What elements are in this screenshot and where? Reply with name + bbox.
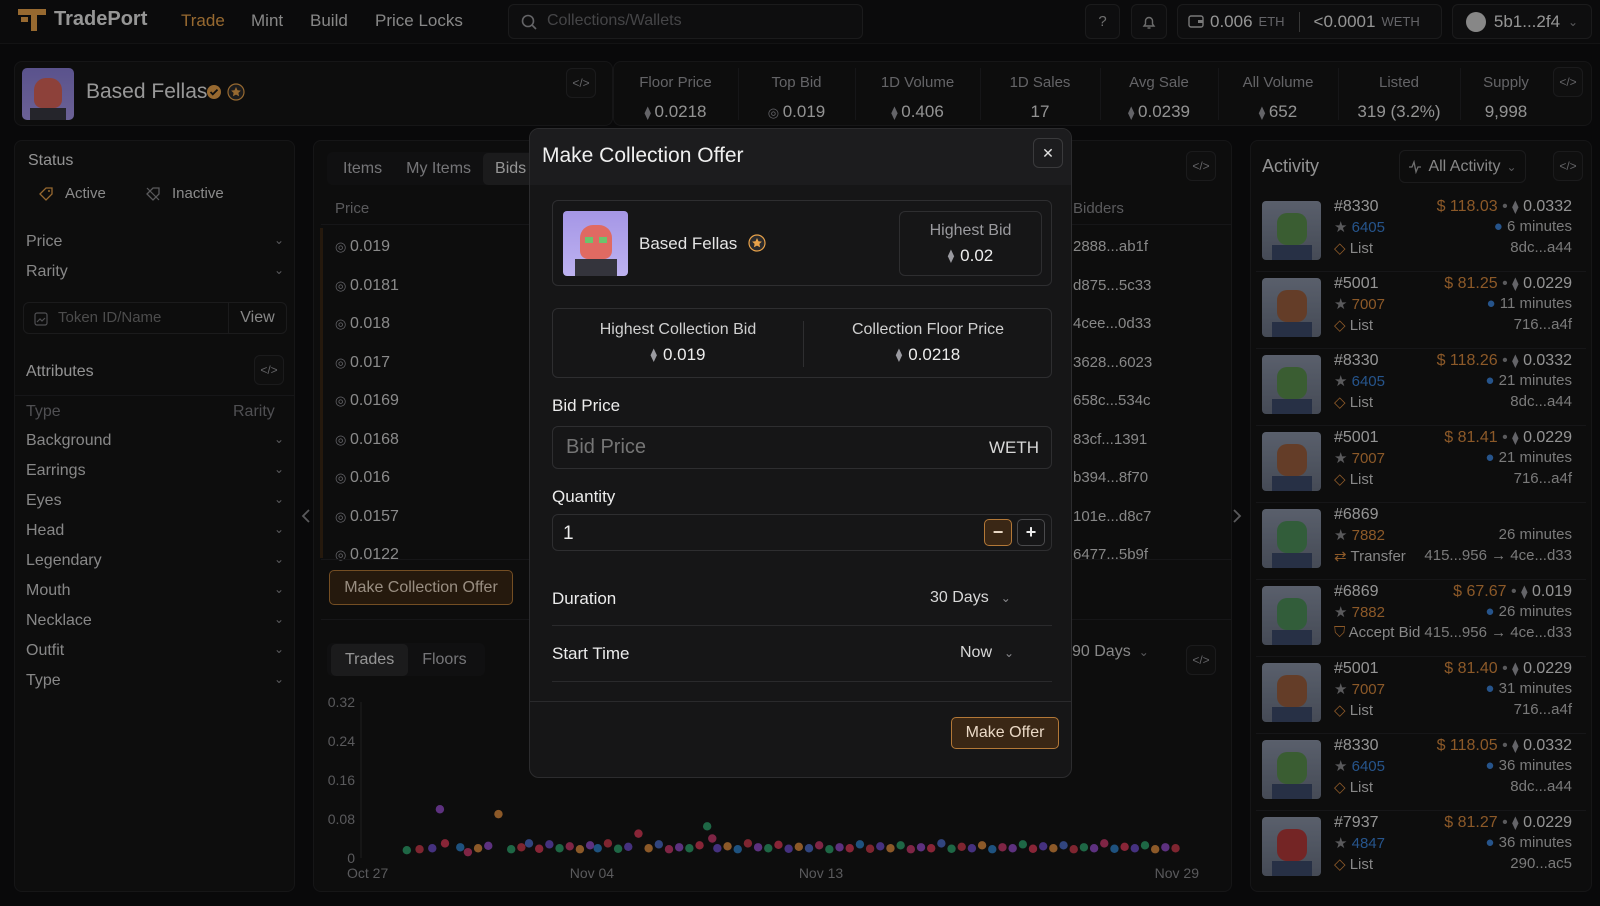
highest-collection-bid: Highest Collection Bid ⧫ 0.019 <box>553 321 803 365</box>
duration-select[interactable]: 30 Days ⌄ <box>930 589 1011 607</box>
bid-price-label: Bid Price <box>552 396 621 415</box>
floor-price-label: Collection Floor Price <box>851 321 1005 338</box>
collection-floor-price: Collection Floor Price ⧫ 0.0218 <box>803 321 1053 365</box>
highest-bid-value: 0.02 <box>960 246 994 265</box>
start-time-value: Now <box>960 644 993 661</box>
divider <box>530 701 1071 702</box>
eth-icon: ⧫ <box>650 347 657 362</box>
quantity-value[interactable]: 1 <box>563 523 574 545</box>
make-offer-button[interactable]: Make Offer <box>951 717 1059 749</box>
eth-icon: ⧫ <box>895 347 903 362</box>
divider <box>552 625 1052 626</box>
modal-header: Make Collection Offer ✕ <box>530 129 1071 185</box>
bid-floor-summary: Highest Collection Bid ⧫ 0.019 Collectio… <box>552 308 1052 378</box>
bid-price-input[interactable] <box>566 436 966 459</box>
modal-title: Make Collection Offer <box>542 144 744 167</box>
modal-collection-name: Based Fellas <box>639 234 738 253</box>
highest-collection-bid-value: 0.019 <box>662 345 706 364</box>
quantity-stepper: 1 − + <box>552 514 1052 551</box>
star-badge-icon <box>748 234 766 252</box>
quantity-increase-button[interactable]: + <box>1017 519 1045 546</box>
eth-icon: ⧫ <box>947 248 955 263</box>
chevron-down-icon: ⌄ <box>1004 646 1015 660</box>
chevron-down-icon: ⌄ <box>1000 591 1011 605</box>
quantity-decrease-button[interactable]: − <box>984 519 1012 546</box>
bid-price-field: WETH <box>552 426 1052 469</box>
quantity-label: Quantity <box>552 487 616 506</box>
highest-bid-box: Highest Bid ⧫ 0.02 <box>899 211 1042 276</box>
bid-unit: WETH <box>988 438 1039 457</box>
highest-bid-label: Highest Bid <box>929 222 1012 239</box>
collection-thumbnail <box>563 211 628 276</box>
floor-price-value: 0.0218 <box>908 345 961 364</box>
duration-value: 30 Days <box>930 589 989 606</box>
make-collection-offer-modal: Make Collection Offer ✕ Based Fellas Hig… <box>529 128 1072 778</box>
divider <box>552 681 1052 682</box>
start-time-label: Start Time <box>552 644 630 663</box>
start-time-select[interactable]: Now ⌄ <box>960 644 1014 662</box>
collection-summary: Based Fellas Highest Bid ⧫ 0.02 <box>552 200 1052 286</box>
close-icon[interactable]: ✕ <box>1033 138 1063 168</box>
duration-label: Duration <box>552 589 617 608</box>
highest-collection-bid-label: Highest Collection Bid <box>599 321 757 338</box>
